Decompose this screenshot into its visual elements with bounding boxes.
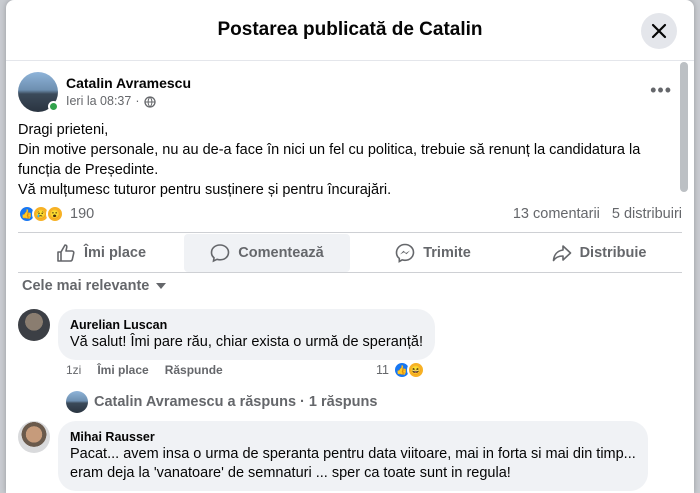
messenger-icon xyxy=(395,243,415,263)
post-text: Dragi prieteni, Din motive personale, nu… xyxy=(18,120,678,200)
comment: Aurelian Luscan Vă salut! Îmi pare rău, … xyxy=(18,309,436,360)
comment-label: Comentează xyxy=(238,245,324,261)
wow-icon: 😮 xyxy=(46,205,64,223)
author-name[interactable]: Catalin Avramescu xyxy=(66,74,191,93)
send-button[interactable]: Trimite xyxy=(350,234,516,272)
post-line: Vă mulțumesc tuturor pentru susținere și… xyxy=(18,182,392,198)
author-avatar[interactable] xyxy=(18,72,59,112)
post-actions: Îmi place Comentează Trimite Distribuie xyxy=(18,234,682,272)
close-icon xyxy=(651,23,667,39)
scrollbar-thumb[interactable] xyxy=(680,62,688,192)
comment-button[interactable]: Comentează xyxy=(184,234,350,272)
send-label: Trimite xyxy=(423,245,471,261)
post-time[interactable]: Ieri la 08:37 xyxy=(66,93,131,110)
comment-reaction-count: 11 xyxy=(376,363,389,377)
post-line: Din motive personale, nu au de-a face în… xyxy=(18,142,641,178)
comment-actions: 1zi Îmi place Răspunde xyxy=(66,363,223,377)
globe-icon xyxy=(143,95,156,108)
comment-time[interactable]: 1zi xyxy=(66,363,81,377)
comment-reactions[interactable]: 11 👍 😆 xyxy=(376,361,425,379)
reply-summary: Catalin Avramescu a răspuns · 1 răspuns xyxy=(94,394,378,410)
divider xyxy=(18,232,682,233)
comments-count[interactable]: 13 comentarii xyxy=(513,206,600,222)
divider xyxy=(18,272,682,273)
dialog-title: Postarea publicată de Catalin xyxy=(217,19,483,40)
post-header: Catalin Avramescu Ieri la 08:37 · xyxy=(18,72,191,112)
comment-icon xyxy=(210,244,230,263)
comment: Mihai Rausser Pacat... avem insa o urma … xyxy=(18,421,648,491)
shares-count[interactable]: 5 distribuiri xyxy=(612,206,682,222)
like-button[interactable]: Îmi place xyxy=(18,234,184,272)
online-status-icon xyxy=(48,101,59,112)
like-label: Îmi place xyxy=(83,245,147,261)
share-icon xyxy=(552,245,571,262)
comment-text: Vă salut! Îmi pare rău, chiar exista o u… xyxy=(70,334,424,350)
commenter-avatar[interactable] xyxy=(18,309,50,341)
view-replies-link[interactable]: Catalin Avramescu a răspuns · 1 răspuns xyxy=(66,391,377,413)
share-label: Distribuie xyxy=(579,245,647,261)
post-line: Dragi prieteni, xyxy=(18,122,109,138)
reaction-summary[interactable]: 👍 😢 😮 190 xyxy=(18,205,94,223)
scrollbar[interactable] xyxy=(680,62,688,493)
comment-bubble: Mihai Rausser Pacat... avem insa o urma … xyxy=(58,421,648,491)
comment-sort-dropdown[interactable]: Cele mai relevante xyxy=(22,278,167,294)
reactions-row: 👍 😢 😮 190 13 comentarii 5 distribuiri xyxy=(18,205,682,223)
share-button[interactable]: Distribuie xyxy=(516,234,682,272)
caret-down-icon xyxy=(156,283,167,289)
reaction-count[interactable]: 190 xyxy=(70,206,94,222)
reply-author-avatar xyxy=(66,391,88,413)
comment-bubble: Aurelian Luscan Vă salut! Îmi pare rău, … xyxy=(58,309,436,360)
haha-icon: 😆 xyxy=(406,361,425,379)
post-dialog: Postarea publicată de Catalin Catalin Av… xyxy=(6,0,694,493)
comment-text-line: eram deja la 'vanatoare' de semnaturi ..… xyxy=(70,465,511,481)
commenter-name[interactable]: Aurelian Luscan xyxy=(70,317,423,333)
thumbs-up-icon xyxy=(57,244,75,262)
sort-label: Cele mai relevante xyxy=(22,278,150,294)
comment-reply-button[interactable]: Răspunde xyxy=(165,363,223,377)
close-button[interactable] xyxy=(641,13,677,49)
comment-like-button[interactable]: Îmi place xyxy=(97,363,148,377)
comment-text-line: Pacat... avem insa o urma de speranta pe… xyxy=(70,446,636,462)
dialog-header: Postarea publicată de Catalin xyxy=(6,0,694,61)
commenter-name[interactable]: Mihai Rausser xyxy=(70,429,636,445)
more-options-button[interactable]: ••• xyxy=(650,80,672,101)
more-icon: ••• xyxy=(650,80,672,100)
commenter-avatar[interactable] xyxy=(18,421,50,453)
